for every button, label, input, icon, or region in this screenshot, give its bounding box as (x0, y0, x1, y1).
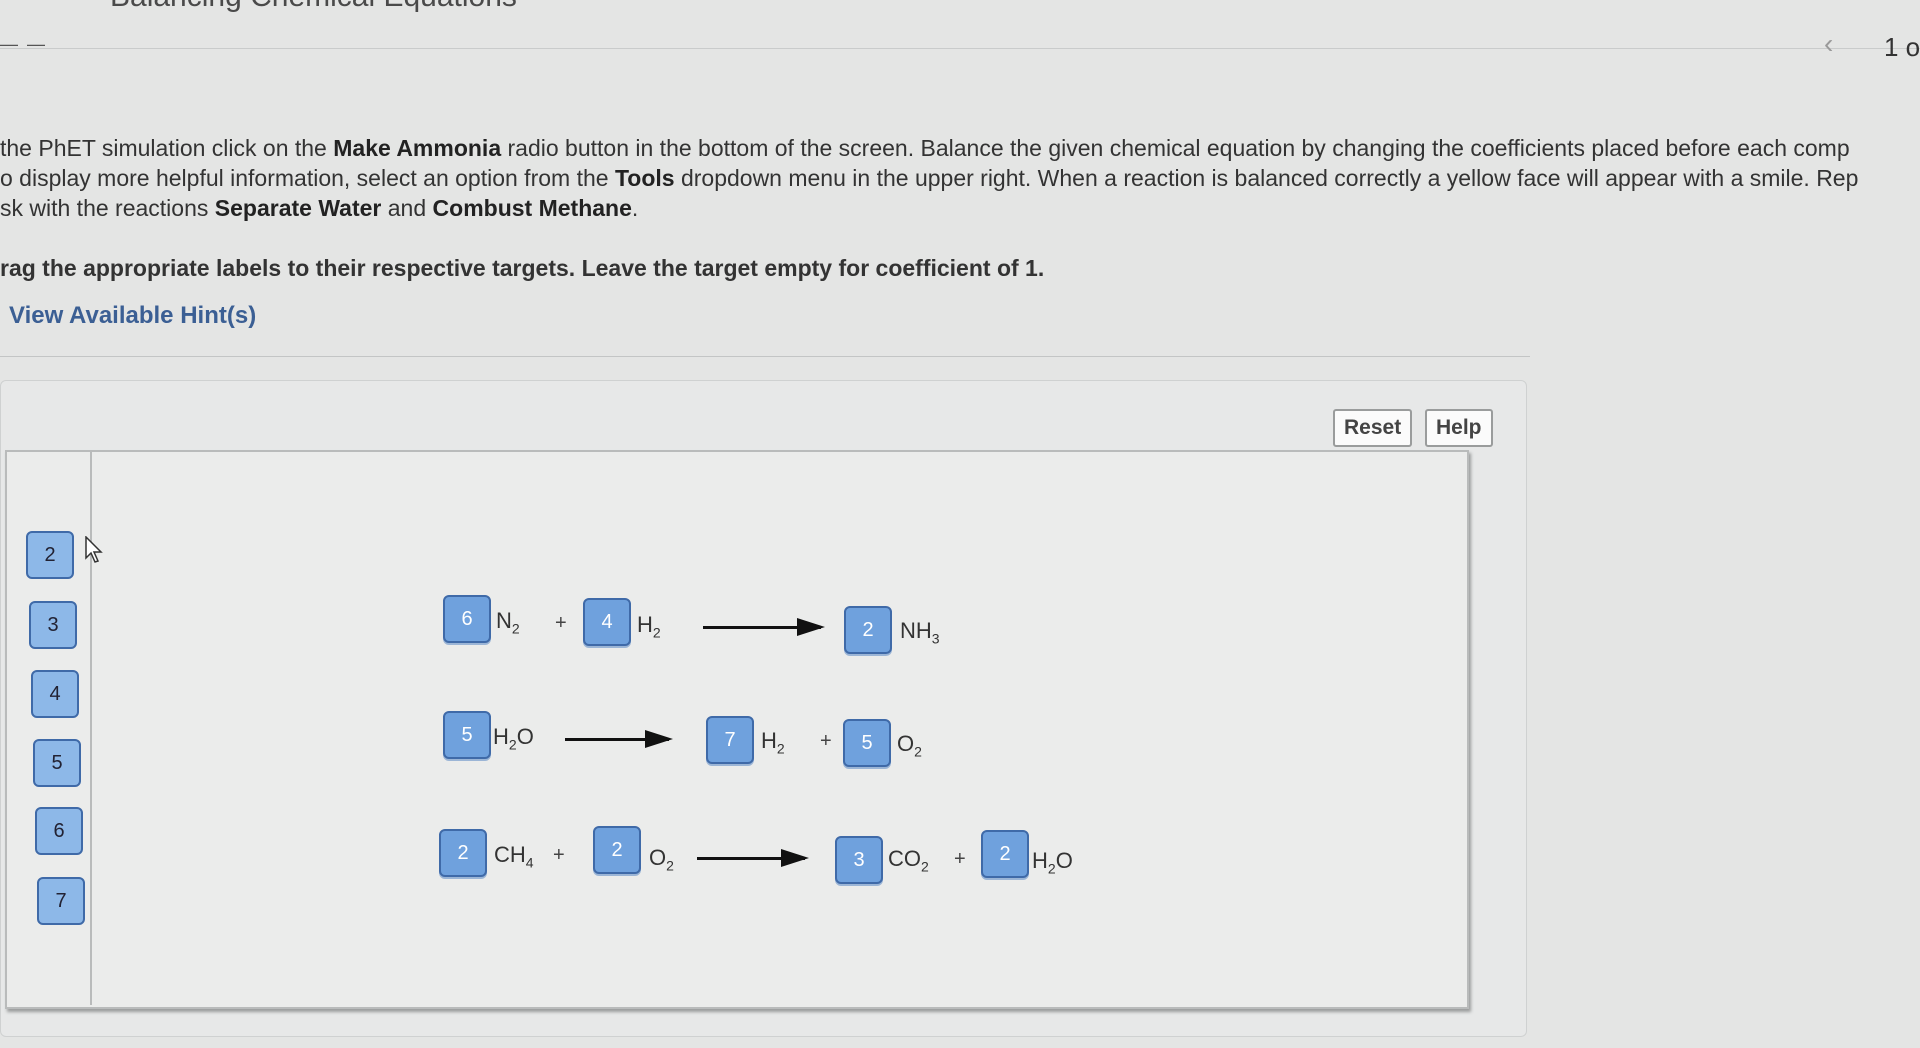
reaction-arrow (703, 618, 825, 636)
view-hints-link[interactable]: View Available Hint(s) (9, 302, 256, 330)
reaction-arrow (697, 849, 809, 867)
plus-sign: + (555, 612, 567, 634)
formula-h2o: H2O (1032, 848, 1073, 877)
label-3[interactable]: 3 (29, 601, 77, 649)
coefficient-target[interactable]: 7 (706, 716, 754, 764)
formula-h2o: H2O (493, 724, 534, 753)
instructions: the PhET simulation click on the Make Am… (0, 133, 1920, 223)
formula-nh3: NH3 (900, 618, 940, 647)
formula-h2: H2 (637, 612, 661, 641)
coefficient-target[interactable]: 5 (443, 711, 491, 759)
reaction-arrow (565, 730, 673, 748)
label-4[interactable]: 4 (31, 670, 79, 718)
coefficient-target[interactable]: 2 (593, 826, 641, 874)
label-2[interactable]: 2 (26, 531, 74, 579)
coefficient-target[interactable]: 4 (583, 598, 631, 646)
drag-instruction: rag the appropriate labels to their resp… (0, 255, 1045, 281)
chevron-left-icon[interactable]: ‹ (1824, 28, 1833, 60)
coefficient-target[interactable]: 5 (843, 719, 891, 767)
label-6[interactable]: 6 (35, 807, 83, 855)
label-bank-divider (90, 452, 92, 1005)
formula-ch4: CH4 (494, 842, 534, 871)
coefficient-target[interactable]: 3 (835, 836, 883, 884)
coefficient-target[interactable]: 2 (844, 606, 892, 654)
reset-button[interactable]: Reset (1333, 409, 1413, 447)
instruction-line: o display more helpful information, sele… (0, 165, 1859, 191)
formula-co2: CO2 (888, 846, 929, 875)
header-divider (0, 48, 1920, 49)
instruction-line: sk with the reactions Separate Water and… (0, 195, 639, 221)
label-7[interactable]: 7 (37, 877, 85, 925)
formula-h2: H2 (761, 728, 785, 757)
coefficient-target[interactable]: 2 (981, 830, 1029, 878)
plus-sign: + (553, 844, 565, 866)
truncated-label: — — (0, 34, 48, 54)
pointer-cursor-icon (85, 536, 103, 563)
label-5[interactable]: 5 (33, 739, 81, 787)
formula-o2: O2 (649, 845, 674, 874)
plus-sign: + (820, 730, 832, 752)
help-button[interactable]: Help (1425, 409, 1493, 447)
page-title: Balancing Chemical Equations (110, 0, 517, 14)
plus-sign: + (954, 848, 966, 870)
formula-o2: O2 (897, 731, 922, 760)
formula-n2: N2 (496, 608, 520, 637)
instruction-line: the PhET simulation click on the Make Am… (0, 135, 1850, 161)
coefficient-target[interactable]: 6 (443, 595, 491, 643)
pager-text: 1 o (1884, 32, 1920, 62)
coefficient-target[interactable]: 2 (439, 829, 487, 877)
section-divider (0, 356, 1530, 357)
